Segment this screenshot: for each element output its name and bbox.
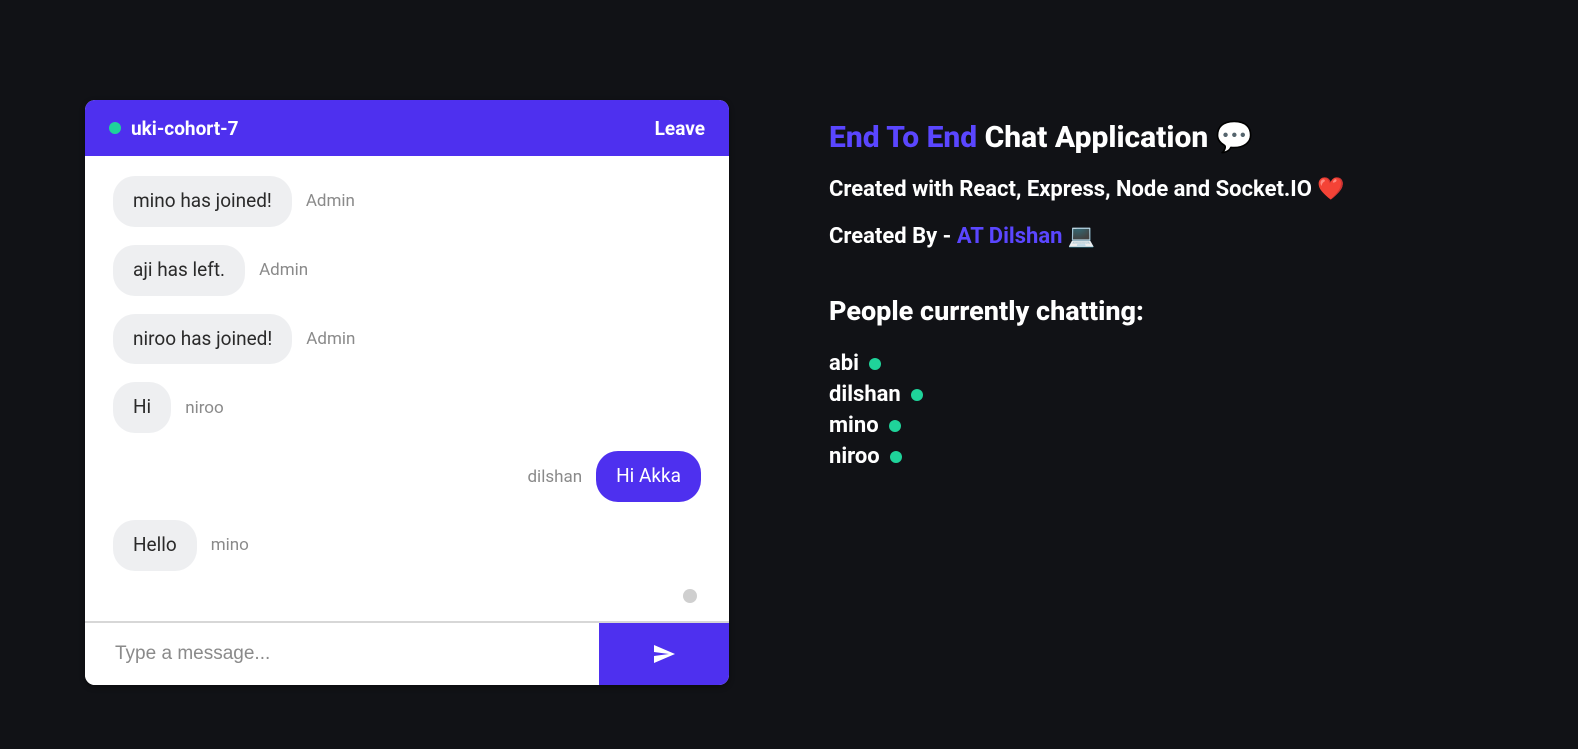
author-suffix: 💻 [1062, 224, 1095, 249]
message-row: Hiniroo [113, 382, 701, 433]
message-bubble: Hi Akka [596, 451, 701, 502]
stack-line: Created with React, Express, Node and So… [829, 177, 1345, 202]
message-bubble: niroo has joined! [113, 314, 292, 365]
app-title-accent: End To End [829, 120, 977, 155]
author-name: AT Dilshan [957, 224, 1063, 249]
message-row: aji has left. Admin [113, 245, 701, 296]
room-name: uki-cohort-7 [109, 117, 239, 140]
online-dot-icon [890, 451, 902, 463]
chat-window: uki-cohort-7 Leave mino has joined! Admin… [85, 100, 729, 685]
paper-plane-icon [652, 642, 676, 666]
message-row: niroo has joined! Admin [113, 314, 701, 365]
message-row: dilshan Hi Akka [113, 451, 701, 502]
room-name-label: uki-cohort-7 [131, 117, 239, 140]
message-sender: niroo [185, 398, 224, 418]
message-bubble: mino has joined! [113, 176, 292, 227]
person-item: niroo [829, 444, 1345, 469]
message-bubble: Hello [113, 520, 197, 571]
person-item: abi [829, 351, 1345, 376]
message-sender: Admin [306, 329, 355, 349]
leave-button[interactable]: Leave [655, 117, 705, 140]
person-name: niroo [829, 444, 880, 469]
info-panel: End To End Chat Application 💬 Created wi… [829, 100, 1345, 749]
typing-indicator-icon [683, 589, 697, 603]
message-sender: Admin [306, 191, 355, 211]
author-line: Created By - AT Dilshan 💻 [829, 224, 1345, 249]
message-row: Hello mino [113, 520, 701, 571]
online-dot-icon [109, 122, 121, 134]
person-name: mino [829, 413, 879, 438]
message-bubble: Hi [113, 382, 171, 433]
message-bubble: aji has left. [113, 245, 245, 296]
send-button[interactable] [599, 623, 729, 685]
author-prefix: Created By - [829, 224, 957, 249]
message-sender: Admin [259, 260, 308, 280]
person-item: mino [829, 413, 1345, 438]
online-dot-icon [911, 389, 923, 401]
message-sender: mino [211, 535, 249, 555]
online-dot-icon [869, 358, 881, 370]
message-row: mino has joined! Admin [113, 176, 701, 227]
people-list: abi dilshan mino niroo [829, 351, 1345, 469]
person-item: dilshan [829, 382, 1345, 407]
chat-header: uki-cohort-7 Leave [85, 100, 729, 156]
person-name: abi [829, 351, 859, 376]
message-input[interactable] [85, 623, 599, 685]
app-title: End To End Chat Application 💬 [829, 120, 1345, 155]
online-dot-icon [889, 420, 901, 432]
message-list[interactable]: mino has joined!Adminaji has left.Adminn… [85, 156, 729, 621]
input-bar [85, 621, 729, 685]
app-title-rest: Chat Application 💬 [985, 120, 1253, 155]
people-heading: People currently chatting: [829, 295, 1345, 327]
message-sender: dilshan [527, 467, 582, 487]
person-name: dilshan [829, 382, 901, 407]
